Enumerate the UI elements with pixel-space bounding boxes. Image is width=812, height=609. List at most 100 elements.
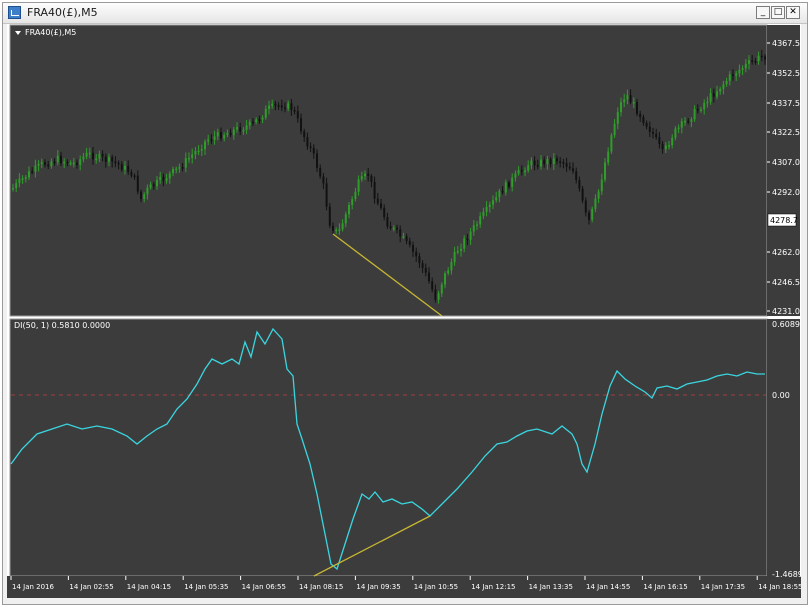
maximize-button[interactable]: □ (771, 6, 785, 19)
price-panel[interactable] (9, 24, 768, 317)
candle-body (351, 199, 354, 205)
candle-body (584, 200, 587, 213)
indicator-tick-label: -1.4689 (772, 570, 801, 579)
price-tick-label: 4231.0 (772, 307, 800, 316)
candle-body (239, 127, 242, 132)
candle-body (159, 176, 162, 180)
candle-body (674, 128, 677, 138)
candle-body (604, 162, 606, 180)
time-tick-label: 14 Jan 14:55 (586, 583, 630, 591)
candle-body (661, 143, 664, 150)
candle-body (693, 108, 696, 120)
indicator-tick-label: 0.00 (772, 391, 790, 400)
candle-body (303, 131, 306, 138)
candle-body (629, 95, 632, 103)
time-tick-label: 14 Jan 18:55 (758, 583, 801, 591)
candle-body (514, 173, 517, 178)
candle-body (639, 113, 642, 118)
current-price-label: 4278.7 (770, 216, 798, 225)
close-button[interactable]: ✕ (786, 6, 800, 19)
candle-body (271, 103, 274, 106)
price-tick-label: 4262.0 (772, 248, 800, 257)
candle-body (162, 176, 165, 181)
candle-body (677, 127, 680, 130)
candle-body (386, 217, 389, 227)
candle-body (143, 194, 146, 199)
candle-body (223, 135, 226, 139)
time-tick-label: 14 Jan 04:15 (127, 583, 171, 591)
candle-body (741, 68, 744, 70)
candle-body (117, 162, 120, 165)
candle-body (591, 208, 594, 220)
time-tick-label: 14 Jan 09:35 (356, 583, 400, 591)
candle-body (559, 161, 562, 163)
minimize-button[interactable]: _ (756, 6, 770, 19)
candle-body (76, 162, 78, 165)
indicator-tick-label: 0.6089 (772, 320, 800, 329)
candle-body (703, 102, 706, 110)
time-tick-label: 14 Jan 16:15 (643, 583, 687, 591)
candle-body (85, 152, 88, 157)
candle-body (418, 256, 421, 264)
price-tick-label: 4292.0 (772, 188, 800, 197)
candle-body (501, 190, 504, 193)
candle-body (405, 236, 408, 241)
candle-body (581, 188, 584, 201)
candle-body (546, 159, 549, 165)
chart-canvas[interactable]: 4367.5 4352.5 4337.5 4322.5 4307.0 4292.0 4262… (7, 24, 801, 598)
candle-body (264, 108, 267, 118)
candle-body (428, 272, 430, 282)
candle-body (149, 184, 152, 188)
candle-body (738, 69, 741, 74)
candle-body (373, 181, 376, 199)
candle-body (472, 225, 475, 232)
candle-body (549, 159, 552, 165)
title-bar[interactable]: FRA40(£),M5 _ □ ✕ (3, 3, 807, 24)
candle-body (332, 225, 334, 231)
price-tick-label: 4322.5 (772, 128, 800, 137)
candle-body (511, 177, 514, 187)
candle-body (456, 251, 459, 253)
candle-body (98, 153, 101, 159)
candle-body (40, 162, 43, 164)
candle-body (28, 171, 30, 178)
candle-body (453, 251, 456, 263)
candle-body (197, 150, 200, 153)
candle-body (469, 231, 472, 240)
candle-body (760, 55, 763, 58)
candle-body (44, 162, 46, 165)
candle-body (748, 60, 750, 64)
chart-area[interactable]: 4367.5 4352.5 4337.5 4322.5 4307.0 4292.0 4262… (7, 24, 801, 598)
time-tick-label: 14 Jan 06:55 (242, 583, 286, 591)
candle-body (95, 158, 98, 161)
candle-body (66, 161, 69, 164)
candle-body (751, 60, 754, 62)
candle-body (175, 168, 178, 171)
candle-body (172, 168, 174, 174)
candle-body (15, 183, 18, 188)
candle-body (360, 176, 363, 180)
candle-body (188, 157, 190, 160)
candle-body (216, 132, 219, 137)
candle-body (540, 159, 542, 167)
candle-body (290, 103, 293, 110)
candle-body (533, 160, 536, 166)
candle-body (421, 263, 424, 268)
candle-body (543, 159, 546, 165)
candle-body (636, 101, 638, 114)
candle-body (607, 151, 610, 163)
candle-body (287, 103, 290, 109)
candle-body (220, 132, 222, 139)
candle-body (226, 132, 229, 136)
candle-body (597, 191, 600, 199)
candle-body (37, 163, 40, 166)
candle-body (415, 251, 418, 257)
candle-body (620, 102, 622, 113)
indicator-scale[interactable] (767, 319, 800, 576)
candle-body (88, 152, 91, 155)
candle-body (712, 93, 715, 97)
candle-body (72, 162, 75, 165)
candle-body (485, 206, 488, 212)
indicator-label: DI(50, 1) 0.5810 0.0000 (14, 321, 110, 330)
candle-body (648, 126, 651, 132)
